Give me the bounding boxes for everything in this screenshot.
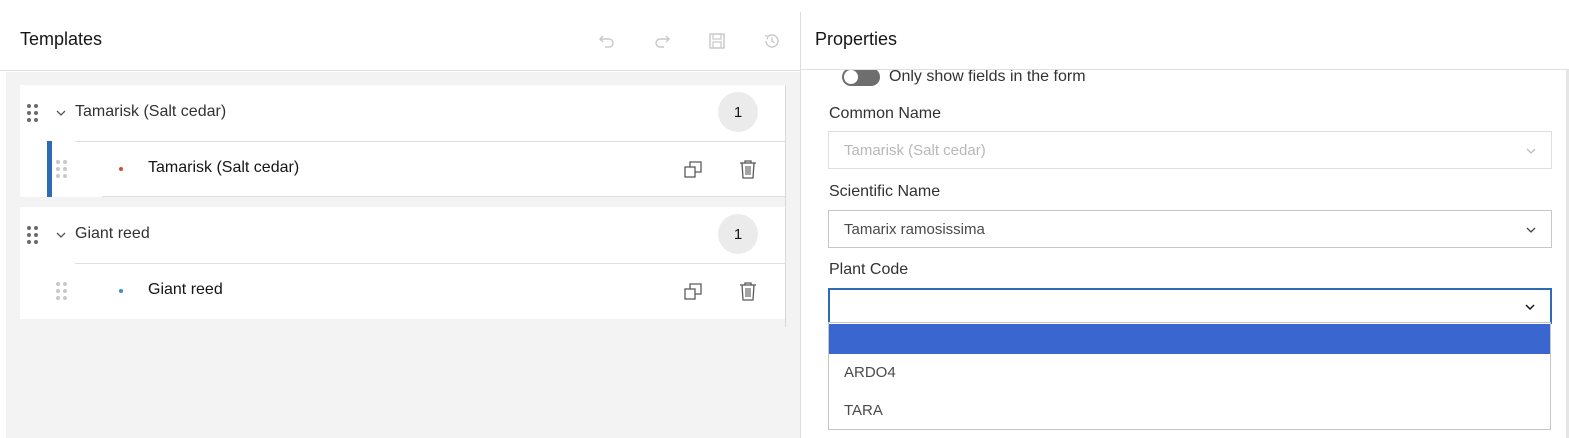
- undo-button[interactable]: [595, 29, 619, 53]
- redo-icon: [655, 35, 670, 48]
- properties-panel: Only show fields in the form Properties …: [801, 0, 1569, 438]
- template-item-tamarisk[interactable]: Tamarisk (Salt cedar): [20, 141, 785, 197]
- template-group-tamarisk: Tamarisk (Salt cedar) 1 Tamarisk (Salt c…: [20, 85, 785, 197]
- option-label: TARA: [844, 402, 883, 419]
- undo-icon: [599, 35, 614, 48]
- duplicate-icon: [684, 161, 702, 178]
- drag-handle-icon[interactable]: [27, 226, 39, 244]
- group-count-badge: 1: [718, 214, 758, 254]
- chevron-down-icon: [1526, 148, 1536, 154]
- templates-panel: Templates Tamarisk (Salt cedar) 1 Tamari…: [0, 0, 800, 438]
- plant-code-label: Plant Code: [829, 261, 909, 278]
- row-separator: [75, 263, 785, 264]
- drag-handle-icon[interactable]: [56, 282, 68, 300]
- redo-button[interactable]: [650, 29, 674, 53]
- select-value: Tamarisk (Salt cedar): [844, 142, 986, 159]
- row-separator: [75, 141, 785, 142]
- option-label: ARDO4: [844, 364, 896, 381]
- trash-icon: [740, 160, 756, 179]
- row-separator: [102, 196, 785, 197]
- group-count-badge: 1: [718, 92, 758, 132]
- group-label: Tamarisk (Salt cedar): [75, 103, 227, 120]
- chevron-down-icon[interactable]: [55, 229, 67, 241]
- properties-header: Properties: [801, 0, 1569, 70]
- template-item-label: Tamarisk (Salt cedar): [148, 159, 300, 176]
- symbol-dot-icon: [119, 167, 123, 171]
- toggle-knob: [844, 70, 858, 84]
- delete-button[interactable]: [737, 158, 759, 180]
- group-header-row[interactable]: Giant reed 1: [20, 207, 785, 263]
- scientific-name-select[interactable]: Tamarix ramosissima: [828, 210, 1552, 248]
- chevron-down-icon: [1526, 227, 1536, 233]
- template-item-label: Giant reed: [148, 281, 223, 298]
- duplicate-button[interactable]: [682, 158, 704, 180]
- list-scroll-edge: [785, 85, 786, 327]
- only-form-fields-toggle[interactable]: [842, 68, 880, 86]
- history-button[interactable]: [760, 29, 784, 53]
- toggle-label: Only show fields in the form: [889, 68, 1086, 85]
- drag-handle-icon[interactable]: [56, 160, 68, 178]
- group-header-row[interactable]: Tamarisk (Salt cedar) 1: [20, 85, 785, 141]
- trash-icon: [740, 282, 756, 301]
- drag-handle-icon[interactable]: [27, 104, 39, 122]
- delete-button[interactable]: [737, 280, 759, 302]
- history-icon: [764, 34, 779, 48]
- properties-title: Properties: [815, 29, 898, 49]
- select-value: Tamarix ramosissima: [844, 221, 985, 238]
- group-label: Giant reed: [75, 225, 150, 242]
- plant-code-select[interactable]: [828, 288, 1552, 324]
- save-icon: [709, 33, 725, 49]
- selected-indicator: [47, 141, 52, 197]
- duplicate-button[interactable]: [682, 280, 704, 302]
- symbol-dot-icon: [119, 289, 123, 293]
- dropdown-option-empty[interactable]: [829, 324, 1550, 354]
- templates-title: Templates: [20, 29, 103, 49]
- common-name-label: Common Name: [829, 105, 942, 122]
- common-name-select: Tamarisk (Salt cedar): [828, 131, 1552, 169]
- dropdown-option-ardo4[interactable]: ARDO4: [829, 357, 1550, 387]
- template-item-giant-reed[interactable]: Giant reed: [20, 263, 785, 319]
- templates-header: Templates: [0, 0, 800, 71]
- chevron-down-icon[interactable]: [55, 107, 67, 119]
- scientific-name-label: Scientific Name: [829, 183, 941, 200]
- plant-code-dropdown: ARDO4 TARA: [828, 322, 1551, 430]
- template-group-giant-reed: Giant reed 1 Giant reed: [20, 207, 785, 319]
- dropdown-option-tara[interactable]: TARA: [829, 395, 1550, 425]
- save-button[interactable]: [705, 29, 729, 53]
- chevron-down-icon: [1525, 304, 1535, 311]
- duplicate-icon: [684, 283, 702, 300]
